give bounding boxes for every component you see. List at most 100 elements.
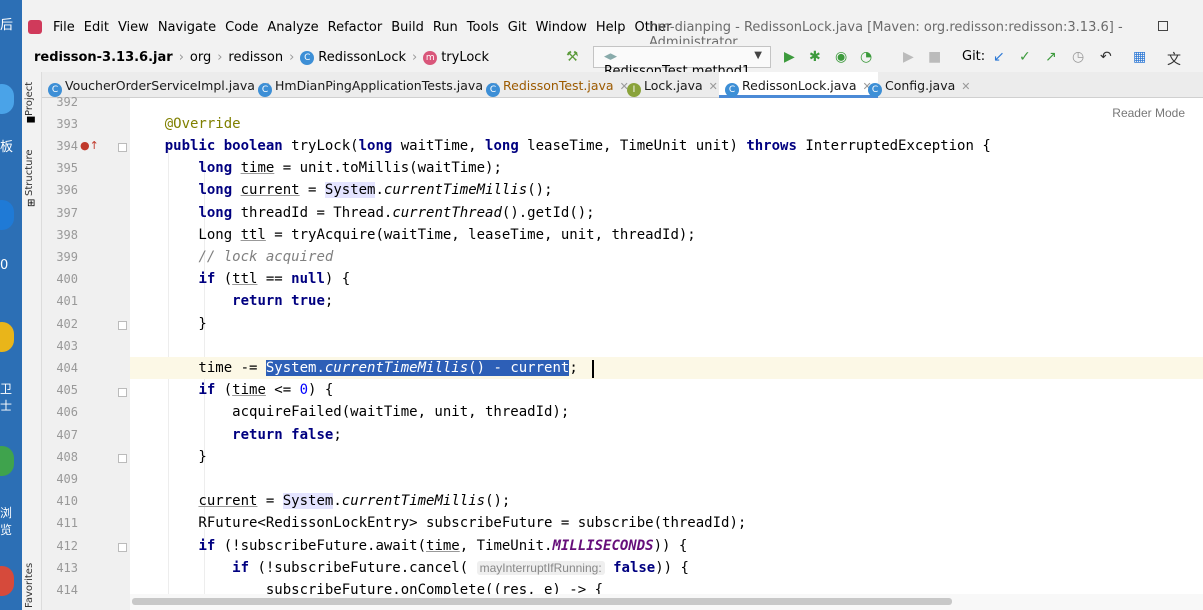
- line-number: 413: [56, 561, 78, 575]
- project-structure-icon[interactable]: ▦: [1133, 49, 1146, 65]
- breadcrumb-package-redisson[interactable]: redisson: [228, 50, 283, 65]
- breadcrumb-method[interactable]: tryLock: [441, 50, 489, 65]
- menu-help[interactable]: Help: [596, 20, 626, 35]
- code-line-396: long current = System.currentTimeMillis(…: [198, 182, 553, 198]
- fold-marker-icon[interactable]: [118, 543, 127, 552]
- fold-marker-icon[interactable]: [118, 454, 127, 463]
- class-icon: C: [300, 50, 315, 65]
- chevron-down-icon: ▼: [754, 50, 762, 61]
- breadcrumb-class[interactable]: RedissonLock: [318, 50, 406, 65]
- code-line-407: return false;: [232, 427, 342, 443]
- rollback-icon[interactable]: ↶: [1100, 49, 1112, 65]
- menu-edit[interactable]: Edit: [84, 20, 109, 35]
- tab-redisson-lock[interactable]: C RedissonLock.java ✕: [719, 72, 878, 98]
- desktop-app-icon[interactable]: [0, 200, 14, 230]
- code-line-412: if (!subscribeFuture.await(time, TimeUni…: [198, 538, 688, 554]
- fold-marker-icon[interactable]: [118, 143, 127, 152]
- menu-refactor[interactable]: Refactor: [328, 20, 383, 35]
- fold-marker-icon[interactable]: [118, 388, 127, 397]
- stop-icon[interactable]: ■: [928, 49, 941, 65]
- tab-hm-dianping-application-tests[interactable]: CHmDianPingApplicationTests.java✕: [258, 72, 498, 98]
- restore-window-icon[interactable]: [1158, 21, 1168, 31]
- close-icon[interactable]: ✕: [709, 80, 718, 93]
- coverage-icon[interactable]: ◉: [835, 49, 847, 65]
- code-line-398: Long ttl = tryAcquire(waitTime, leaseTim…: [131, 227, 696, 243]
- desktop-app-icon[interactable]: [0, 446, 14, 476]
- line-number: 410: [56, 494, 78, 508]
- debug-icon[interactable]: ✱: [809, 49, 821, 65]
- line-number: 398: [56, 228, 78, 242]
- desktop-label: 0: [0, 258, 9, 273]
- tab-voucher-order-service-impl[interactable]: CVoucherOrderServiceImpl.java✕: [48, 72, 270, 98]
- structure-tool-window-button[interactable]: Structure: [24, 149, 35, 196]
- navigation-bar: redisson-3.13.6.jar › org › redisson › C…: [22, 44, 1203, 79]
- project-tool-window-button[interactable]: Project: [24, 82, 35, 116]
- code-line-414: subscribeFuture.onComplete((res, e) -> {: [131, 582, 604, 594]
- tab-label: HmDianPingApplicationTests.java: [275, 78, 483, 93]
- git-commit-icon[interactable]: ✓: [1019, 49, 1031, 65]
- line-number: 407: [56, 428, 78, 442]
- code-editor[interactable]: Reader Mode @Override public boolean try…: [130, 98, 1203, 594]
- tab-label: Lock.java: [644, 78, 703, 93]
- tab-lock[interactable]: I Lock.java ✕: [627, 72, 718, 98]
- menu-git[interactable]: Git: [508, 20, 527, 35]
- desktop-app-icon[interactable]: [0, 84, 14, 114]
- line-number: 412: [56, 539, 78, 553]
- line-number: 394: [56, 139, 78, 153]
- line-number: 411: [56, 516, 78, 530]
- class-icon: C: [868, 83, 882, 97]
- menu-view[interactable]: View: [118, 20, 149, 35]
- line-number: 401: [56, 294, 78, 308]
- code-line-401: return true;: [232, 293, 334, 309]
- menu-file[interactable]: File: [53, 20, 75, 35]
- horizontal-scrollbar[interactable]: [130, 594, 1203, 610]
- desktop-app-icon[interactable]: [0, 322, 14, 352]
- code-line-399: // lock acquired: [198, 249, 334, 265]
- scrollbar-thumb[interactable]: [132, 598, 952, 605]
- tab-redisson-test[interactable]: C RedissonTest.java ✕: [486, 72, 629, 98]
- menu-tools[interactable]: Tools: [467, 20, 499, 35]
- chevron-right-icon: ›: [178, 50, 184, 65]
- git-push-icon[interactable]: ↗: [1045, 49, 1057, 65]
- menu-run[interactable]: Run: [433, 20, 458, 35]
- desktop-app-icon[interactable]: [0, 566, 14, 596]
- class-icon: C: [486, 83, 500, 97]
- menu-analyze[interactable]: Analyze: [267, 20, 318, 35]
- code-line-394: public boolean tryLock(long waitTime, lo…: [164, 138, 991, 154]
- favorites-tool-window-button[interactable]: Favorites: [24, 563, 35, 608]
- override-marker-icon[interactable]: ●↑: [80, 139, 99, 152]
- history-icon[interactable]: ◷: [1072, 49, 1084, 65]
- resume-icon[interactable]: ▶: [903, 49, 914, 65]
- menu-code[interactable]: Code: [225, 20, 258, 35]
- translate-icon[interactable]: 文: [1167, 49, 1181, 69]
- code-line-404: time -= System.currentTimeMillis() - cur…: [130, 357, 1203, 379]
- class-icon: C: [725, 83, 739, 97]
- menu-navigate[interactable]: Navigate: [158, 20, 216, 35]
- menu-bar: File Edit View Navigate Code Analyze Ref…: [22, 0, 1203, 50]
- fold-marker-icon[interactable]: [118, 321, 127, 330]
- menu-build[interactable]: Build: [391, 20, 424, 35]
- git-update-icon[interactable]: ↙: [993, 49, 1005, 65]
- menu-window[interactable]: Window: [536, 20, 587, 35]
- breadcrumb-package-org[interactable]: org: [190, 50, 211, 65]
- config-icon: ◂▸: [604, 49, 618, 64]
- line-number: 403: [56, 339, 78, 353]
- desktop-strip: 后 板 0 卫士 浏览: [0, 0, 22, 610]
- close-icon[interactable]: ✕: [961, 80, 970, 93]
- tab-config[interactable]: C Config.java ✕: [868, 72, 971, 98]
- line-number: 392: [56, 95, 78, 109]
- structure-icon: ⊞: [27, 198, 36, 209]
- chevron-right-icon: ›: [289, 50, 295, 65]
- run-icon[interactable]: ▶: [784, 49, 795, 65]
- line-number: 399: [56, 250, 78, 264]
- profile-icon[interactable]: ◔: [860, 49, 872, 65]
- editor-tabs: CVoucherOrderServiceImpl.java✕ CHmDianPi…: [22, 72, 1203, 98]
- build-hammer-icon[interactable]: ⚒: [566, 49, 579, 65]
- breadcrumb: redisson-3.13.6.jar › org › redisson › C…: [34, 50, 489, 65]
- breadcrumb-jar[interactable]: redisson-3.13.6.jar: [34, 50, 173, 65]
- line-number: 402: [56, 317, 78, 331]
- code-line-397: long threadId = Thread.currentThread().g…: [198, 205, 595, 221]
- run-configuration-select[interactable]: ◂▸ RedissonTest.method1 ▼: [593, 46, 771, 79]
- line-number: 404: [56, 361, 78, 375]
- tool-window-bar: Project ▀ Structure ⊞ Favorites: [22, 72, 42, 610]
